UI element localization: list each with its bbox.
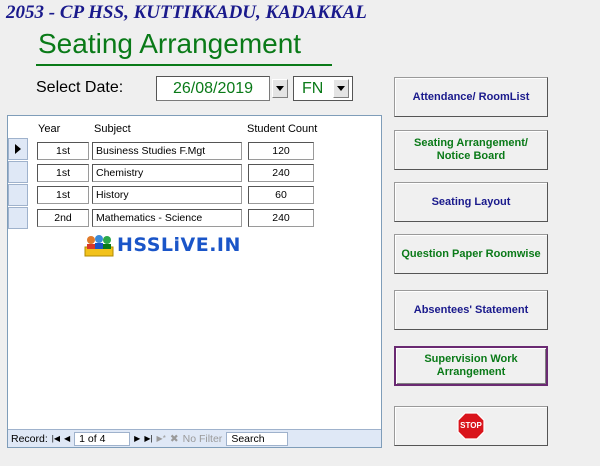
school-title: 2053 - CP HSS, KUTTIKKADU, KADAKKAL <box>6 2 367 23</box>
chevron-down-icon <box>276 86 284 91</box>
previous-record-button[interactable]: ◀ <box>64 434 70 443</box>
student-count-cell[interactable]: 240 <box>248 164 314 182</box>
supervision-work-arrangement-button[interactable]: Supervision Work Arrangement <box>394 346 548 386</box>
last-record-button[interactable]: ▶| <box>144 434 152 443</box>
current-record-input[interactable]: 1 of 4 <box>74 431 131 446</box>
children-reading-icon <box>84 233 114 257</box>
subject-cell[interactable]: Mathematics - Science <box>92 209 242 227</box>
year-cell[interactable]: 2nd <box>37 209 89 227</box>
student-count-cell[interactable]: 60 <box>248 186 314 204</box>
student-count-cell[interactable]: 120 <box>248 142 314 160</box>
session-dropdown-button[interactable] <box>333 79 349 98</box>
date-combo[interactable]: 26/08/2019 <box>156 76 270 101</box>
year-cell[interactable]: 1st <box>37 164 89 182</box>
session-value: FN <box>302 80 324 97</box>
date-value: 26/08/2019 <box>172 80 254 97</box>
row-selector[interactable] <box>8 138 28 160</box>
logo-text: HSSLiVE.IN <box>117 234 241 256</box>
attendance-roomlist-button[interactable]: Attendance/ RoomList <box>394 77 548 117</box>
student-count-cell[interactable]: 240 <box>248 209 314 227</box>
subject-cell[interactable]: History <box>92 186 242 204</box>
form-title-underline <box>36 64 332 66</box>
filter-icon: ✖ <box>169 432 179 445</box>
seating-layout-button[interactable]: Seating Layout <box>394 182 548 222</box>
subject-cell[interactable]: Chemistry <box>92 164 242 182</box>
year-cell[interactable]: 1st <box>37 142 89 160</box>
column-header-subject: Subject <box>94 123 131 135</box>
column-header-student-count: Student Count <box>247 123 318 135</box>
question-paper-roomwise-button[interactable]: Question Paper Roomwise <box>394 234 548 274</box>
filter-status[interactable]: No Filter <box>183 433 223 445</box>
year-cell[interactable]: 1st <box>37 186 89 204</box>
next-record-button[interactable]: ▶ <box>134 434 140 443</box>
absentees-statement-button[interactable]: Absentees' Statement <box>394 290 548 330</box>
stop-label: STOP <box>460 421 482 430</box>
seating-notice-board-button[interactable]: Seating Arrangement/ Notice Board <box>394 130 548 170</box>
column-header-year: Year <box>38 123 61 135</box>
hsslive-logo: HSSLiVE.IN <box>84 233 241 257</box>
subjects-subform: Year Subject Student Count 1st Business … <box>7 115 382 448</box>
current-record-pointer-icon <box>15 144 21 154</box>
chevron-down-icon <box>337 86 345 91</box>
date-dropdown-button[interactable] <box>272 79 288 98</box>
search-input[interactable]: Search <box>226 431 289 446</box>
exit-button[interactable]: STOP <box>394 406 548 446</box>
record-navigation-bar: Record: |◀ ◀ 1 of 4 ▶ ▶| ▶* ✖ No Filter … <box>8 429 381 447</box>
row-selector[interactable] <box>8 207 28 229</box>
date-label: Select Date: <box>36 79 124 96</box>
row-selector[interactable] <box>8 184 28 206</box>
form-title: Seating Arrangement <box>38 28 302 59</box>
subject-cell[interactable]: Business Studies F.Mgt <box>92 142 242 160</box>
record-label: Record: <box>11 432 48 445</box>
new-record-button[interactable]: ▶* <box>157 434 166 443</box>
row-selector[interactable] <box>8 161 28 183</box>
first-record-button[interactable]: |◀ <box>52 434 60 443</box>
stop-sign-icon: STOP <box>457 412 485 440</box>
